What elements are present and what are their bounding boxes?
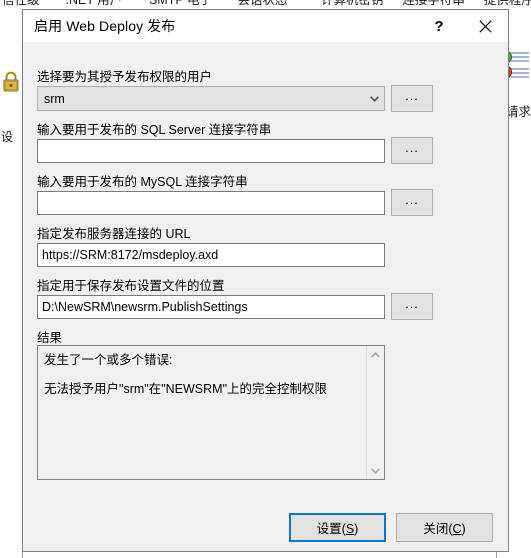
background-left-label: 设 <box>1 130 14 144</box>
sqlserver-input[interactable] <box>37 139 385 163</box>
results-line-1 <box>44 369 362 381</box>
url-field-label: 指定发布服务器连接的 URL <box>37 227 191 241</box>
scroll-up-icon[interactable] <box>367 346 384 363</box>
dialog-titlebar: 启用 Web Deploy 发布 ? <box>23 10 508 42</box>
bg-col-0: 信任级 <box>2 0 40 7</box>
results-label: 结果 <box>37 331 63 345</box>
padlock-icon <box>3 71 19 92</box>
sqlserver-browse-button[interactable]: ... <box>391 137 433 164</box>
dialog-body: 选择要为其授予发布权限的用户 srm ... 输入要用于发布的 SQL Serv… <box>23 42 508 551</box>
bg-col-5: 连接字符串 <box>402 0 465 7</box>
url-input[interactable] <box>37 243 385 267</box>
mysql-field-label: 输入要用于发布的 MySQL 连接字符串 <box>37 175 248 189</box>
bg-col-3: 会话状态 <box>237 0 288 7</box>
setup-button-label: 设置(S) <box>316 522 359 536</box>
user-field-label: 选择要为其授予发布权限的用户 <box>37 70 213 84</box>
save-location-field-label: 指定用于保存发布设置文件的位置 <box>37 279 225 293</box>
user-combobox-value: srm <box>44 91 65 106</box>
background-left-panel: 设 <box>0 13 23 558</box>
enable-web-deploy-dialog: 启用 Web Deploy 发布 ? 选择要为其授予发布权限的用户 srm ..… <box>22 9 509 552</box>
results-line-0: 发生了一个或多个错误: <box>44 353 173 367</box>
user-combobox[interactable]: srm <box>37 86 385 111</box>
close-x-icon <box>478 19 492 33</box>
chevron-down-icon <box>364 95 384 102</box>
results-textarea[interactable]: 发生了一个或多个错误: 无法授予用户"srm"在"NEWSRM"上的完全控制权限 <box>37 345 385 480</box>
user-browse-button[interactable]: ... <box>391 85 433 112</box>
scroll-down-icon[interactable] <box>367 462 384 479</box>
save-location-input[interactable] <box>37 295 385 319</box>
bg-col-6: 提供程序 <box>483 0 531 7</box>
mysql-browse-button[interactable]: ... <box>391 189 433 216</box>
close-button-label: 关闭(C) <box>423 522 466 536</box>
mysql-input[interactable] <box>37 191 385 215</box>
results-line-2: 无法授予用户"srm"在"NEWSRM"上的完全控制权限 <box>44 382 328 396</box>
save-location-browse-button[interactable]: ... <box>391 293 433 320</box>
close-icon[interactable] <box>462 10 508 42</box>
bg-col-4: 计算机密钥 <box>320 0 384 7</box>
close-button[interactable]: 关闭(C) <box>396 513 493 542</box>
sqlserver-field-label: 输入要用于发布的 SQL Server 连接字符串 <box>37 123 272 137</box>
results-content: 发生了一个或多个错误: 无法授予用户"srm"在"NEWSRM"上的完全控制权限 <box>44 352 362 398</box>
bg-col-1: .NET 用户 <box>65 0 123 7</box>
help-button[interactable]: ? <box>416 10 462 42</box>
results-scrollbar[interactable] <box>366 346 384 479</box>
background-right-label: 请求 <box>505 105 531 119</box>
bg-col-2: SMTP 电子 <box>148 0 212 7</box>
titlebar-buttons: ? <box>416 10 508 42</box>
setup-button[interactable]: 设置(S) <box>289 513 386 542</box>
dialog-title: 启用 Web Deploy 发布 <box>34 18 176 34</box>
